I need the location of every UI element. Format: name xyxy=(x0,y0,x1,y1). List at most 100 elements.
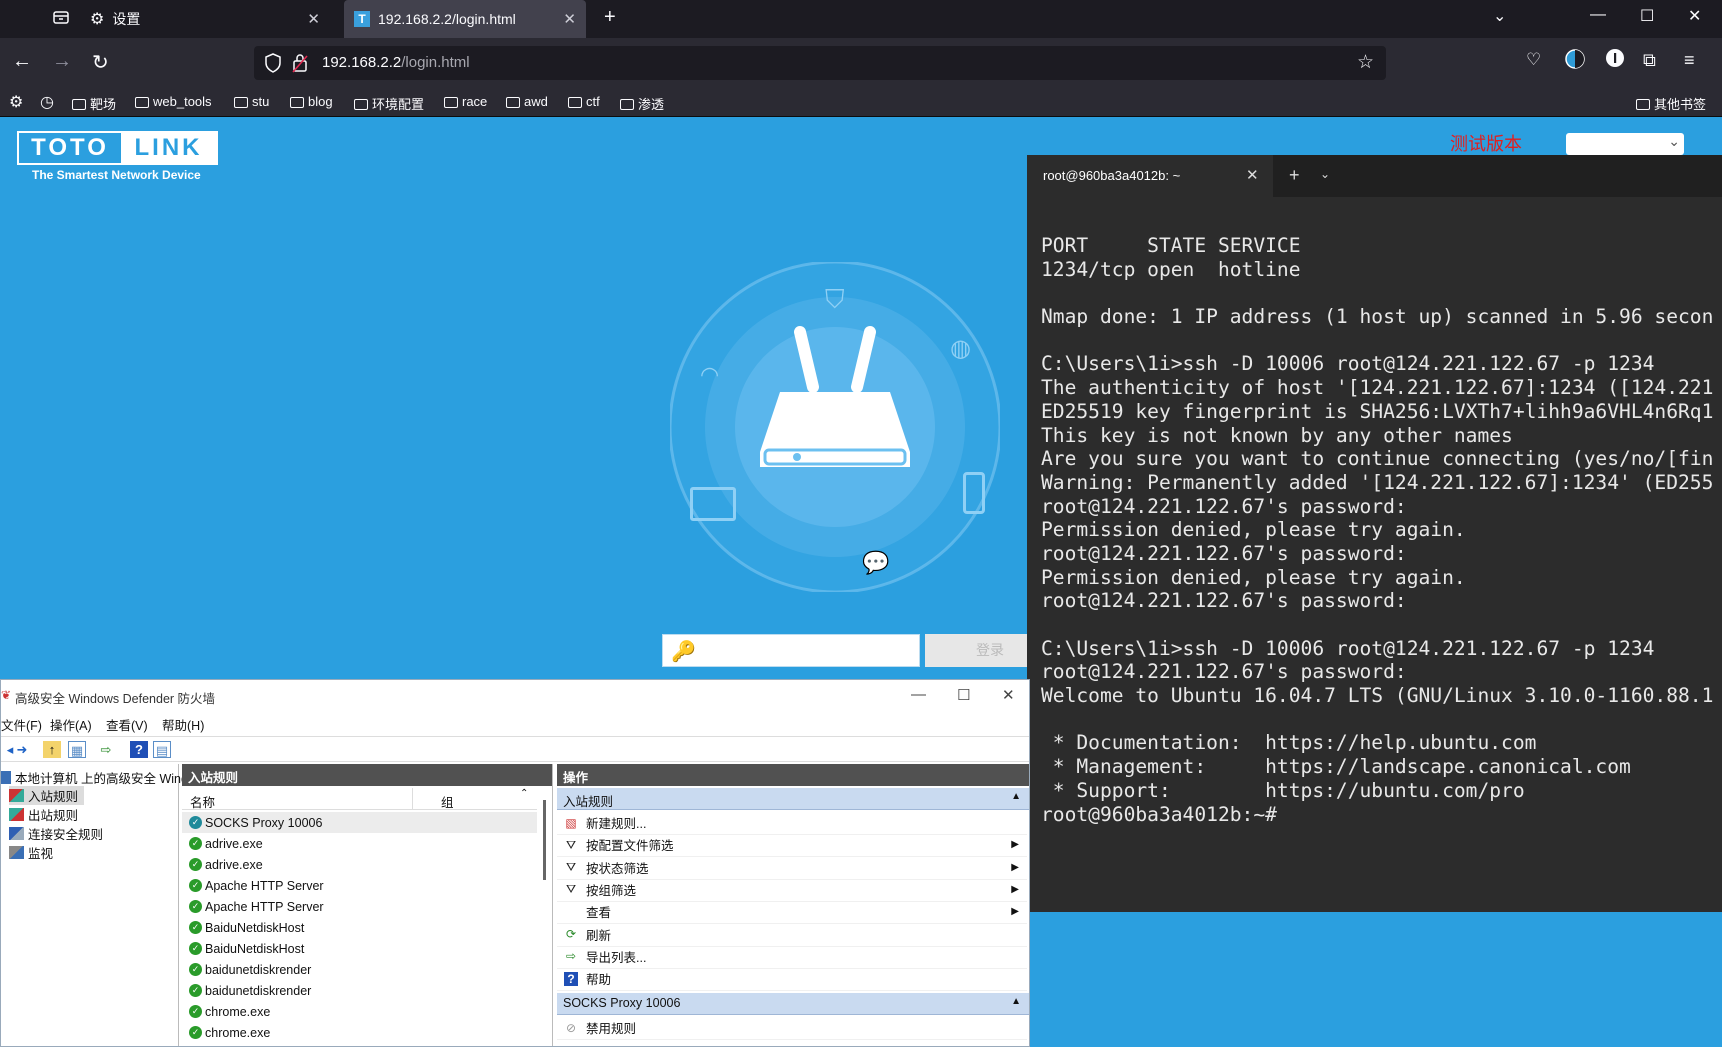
menu-file[interactable]: 文件(F) xyxy=(1,715,42,734)
password-manager-icon[interactable] xyxy=(1605,48,1625,74)
column-header-name[interactable]: 名称 xyxy=(190,792,215,811)
up-folder-icon[interactable]: ↑ xyxy=(43,741,61,758)
chevron-down-icon[interactable]: ⌄ xyxy=(1493,6,1506,26)
minimize-icon[interactable]: — xyxy=(911,686,926,703)
action-item[interactable]: ⛛ 按组筛选 ▶ xyxy=(557,878,1027,902)
back-icon[interactable]: ← xyxy=(12,50,32,73)
show-hide-action-pane-icon[interactable]: ▤ xyxy=(153,741,171,758)
table-row[interactable]: ✓ adrive.exe xyxy=(182,854,537,875)
close-icon[interactable]: ✕ xyxy=(307,10,320,28)
menu-help[interactable]: 帮助(H) xyxy=(162,715,204,734)
terminal-output[interactable]: PORT STATE SERVICE 1234/tcp open hotline N… xyxy=(1041,233,1722,903)
insecure-lock-icon[interactable] xyxy=(292,53,308,76)
maximize-icon[interactable]: ☐ xyxy=(957,686,970,704)
menu-icon[interactable]: ≡ xyxy=(1684,50,1695,71)
vpn-extension-icon[interactable] xyxy=(1564,48,1586,76)
table-row[interactable]: ✓ Apache HTTP Server xyxy=(182,875,537,896)
show-hide-tree-icon[interactable]: ▦ xyxy=(68,741,86,758)
actions-section-inbound[interactable]: 入站规则 ▲ xyxy=(557,788,1029,810)
action-item[interactable]: ⛛ 按状态筛选 ▶ xyxy=(557,856,1027,880)
url-bar[interactable]: 192.168.2.2/login.html ☆ xyxy=(254,46,1386,80)
close-icon[interactable]: ✕ xyxy=(1246,166,1259,184)
table-row[interactable]: ✓ BaiduNetdiskHost xyxy=(182,938,537,959)
export-icon[interactable]: ⇨ xyxy=(97,741,115,758)
collapse-icon[interactable]: ▲ xyxy=(1011,791,1021,802)
bookmark-folder[interactable]: web_tools xyxy=(135,94,212,109)
minimize-icon[interactable]: — xyxy=(1590,6,1606,24)
bookmark-folder[interactable]: 渗透 xyxy=(620,94,664,113)
bookmark-folder[interactable]: blog xyxy=(290,94,333,109)
maximize-icon[interactable]: ☐ xyxy=(1640,6,1654,26)
settings-gear-icon[interactable]: ⚙ xyxy=(9,92,23,112)
column-divider[interactable] xyxy=(412,788,413,810)
new-tab-icon[interactable]: + xyxy=(604,6,616,29)
forward-icon[interactable]: ➜ xyxy=(13,741,31,758)
history-clock-icon[interactable]: ◷ xyxy=(40,92,54,112)
menu-action[interactable]: 操作(A) xyxy=(50,715,92,734)
bookmark-folder[interactable]: ctf xyxy=(568,94,600,109)
tree-item-outbound[interactable]: 出站规则 xyxy=(9,805,78,824)
tree-root[interactable]: 本地计算机 上的高级安全 Wind xyxy=(1,768,188,787)
scrollbar[interactable] xyxy=(541,788,549,1046)
other-bookmarks-folder[interactable]: 其他书签 xyxy=(1636,94,1706,113)
tab-settings[interactable]: ⚙ 设置 ✕ xyxy=(90,0,330,38)
close-window-icon[interactable]: ✕ xyxy=(1002,686,1015,704)
tree-item-connection-security[interactable]: 连接安全规则 xyxy=(9,824,103,843)
action-item[interactable]: 查看 ▶ xyxy=(557,900,1027,925)
terminal-window[interactable]: root@960ba3a4012b: ~ ✕ + ⌄ PORT STATE SE… xyxy=(1027,155,1722,912)
close-icon[interactable]: ✕ xyxy=(563,10,576,28)
terminal-line: root@124.221.122.67's password: xyxy=(1041,660,1407,684)
table-row[interactable]: ✓ baidunetdiskrender xyxy=(182,959,537,980)
action-item[interactable]: ⛛ 按配置文件筛选 ▶ xyxy=(557,833,1027,858)
column-header-group[interactable]: 组 xyxy=(441,792,454,811)
table-row[interactable]: ✓ Apache HTTP Server xyxy=(182,896,537,917)
tree-item-inbound[interactable]: 入站规则 xyxy=(9,786,85,805)
rule-list: ✓ SOCKS Proxy 10006 ✓ adrive.exe ✓ adrive.exe… xyxy=(182,812,537,1043)
menu-view[interactable]: 查看(V) xyxy=(106,715,148,734)
bookmark-folder[interactable]: 靶场 xyxy=(72,94,116,113)
extensions-icon[interactable]: ⧉ xyxy=(1643,50,1656,71)
chevron-down-icon[interactable]: ⌄ xyxy=(1320,167,1330,181)
tab-overview-icon[interactable] xyxy=(52,8,70,31)
password-input[interactable]: 🔑 xyxy=(662,634,920,667)
terminal-tab[interactable]: root@960ba3a4012b: ~ ✕ xyxy=(1027,155,1273,197)
action-item[interactable]: ⟳ 刷新 xyxy=(557,923,1027,947)
actions-section-selected-rule[interactable]: SOCKS Proxy 10006 ▲ xyxy=(557,993,1029,1015)
section-label: SOCKS Proxy 10006 xyxy=(563,996,681,1010)
tree-item-monitoring[interactable]: 监视 xyxy=(9,843,53,862)
new-tab-icon[interactable]: + xyxy=(1289,165,1300,186)
pocket-icon[interactable]: ♡ xyxy=(1526,50,1541,70)
terminal-line: Nmap done: 1 IP address (1 host up) scan… xyxy=(1041,305,1714,329)
scrollbar-thumb[interactable] xyxy=(543,800,546,880)
bookmark-folder[interactable]: stu xyxy=(234,94,269,109)
forward-icon[interactable]: → xyxy=(52,50,72,73)
close-window-icon[interactable]: ✕ xyxy=(1688,6,1701,26)
bookmark-folder[interactable]: 环境配置 xyxy=(354,94,424,113)
action-item[interactable]: ▧ 新建规则... xyxy=(557,811,1027,835)
action-item[interactable]: ? 帮助 xyxy=(557,967,1027,992)
table-row[interactable]: ✓ baidunetdiskrender xyxy=(182,980,537,1001)
bookmark-label: ctf xyxy=(586,94,600,109)
table-row[interactable]: ✓ chrome.exe xyxy=(182,1022,537,1043)
table-row[interactable]: ✓ BaiduNetdiskHost xyxy=(182,917,537,938)
table-row[interactable]: ✓ chrome.exe xyxy=(182,1001,537,1022)
action-item[interactable]: ⊘ 禁用规则 xyxy=(557,1016,1027,1040)
rule-name: baidunetdiskrender xyxy=(205,962,312,977)
new-rule-icon: ▧ xyxy=(565,815,577,830)
bookmark-star-icon[interactable]: ☆ xyxy=(1357,51,1374,74)
folder-icon xyxy=(135,97,149,108)
shield-icon[interactable] xyxy=(264,53,282,76)
tab-login[interactable]: T 192.168.2.2/login.html ✕ xyxy=(344,0,586,38)
help-icon[interactable]: ? xyxy=(130,741,148,758)
language-select[interactable]: ⌄ xyxy=(1566,133,1684,155)
action-item[interactable]: ⇨ 导出列表... xyxy=(557,945,1027,969)
table-row[interactable]: ✓ SOCKS Proxy 10006 xyxy=(182,812,537,833)
table-row[interactable]: ✓ adrive.exe xyxy=(182,833,537,854)
folder-icon xyxy=(444,97,458,108)
firewall-window: ❦ 高级安全 Windows Defender 防火墙 — ☐ ✕ 文件(F) … xyxy=(0,679,1030,1047)
rule-name: BaiduNetdiskHost xyxy=(205,941,305,956)
reload-icon[interactable]: ↻ xyxy=(92,50,109,75)
bookmark-folder[interactable]: race xyxy=(444,94,487,109)
bookmark-folder[interactable]: awd xyxy=(506,94,548,109)
collapse-icon[interactable]: ▲ xyxy=(1011,996,1021,1007)
